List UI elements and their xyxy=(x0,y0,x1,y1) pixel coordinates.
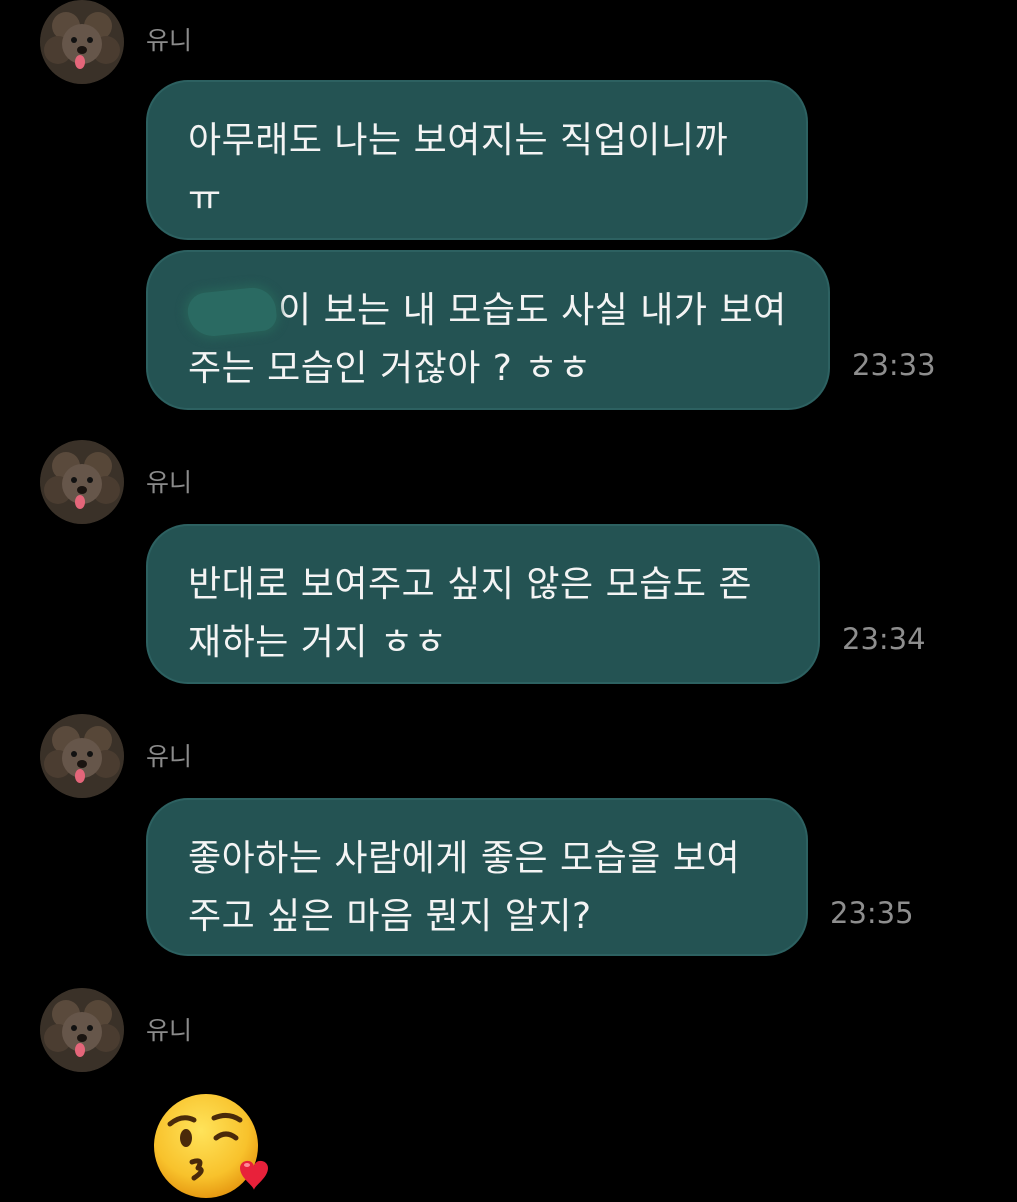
message-timestamp: 23:34 xyxy=(842,622,926,656)
message-bubble[interactable]: 아무래도 나는 보여지는 직업이니까 ㅠ xyxy=(146,80,808,240)
sender-avatar[interactable] xyxy=(40,440,124,524)
message-line: 좋아하는 사람에게 좋은 모습을 보여 xyxy=(188,838,741,879)
message-timestamp: 23:33 xyxy=(852,348,936,382)
dog-avatar-icon xyxy=(40,440,124,524)
sender-name: 유니 xyxy=(146,468,193,497)
kissing-face-emoji-message[interactable] xyxy=(148,1094,276,1198)
message-line-text: 이 보는 내 모습도 사실 내가 보여 xyxy=(278,290,787,331)
dog-avatar-icon xyxy=(40,0,124,84)
message-bubble[interactable]: 이 보는 내 모습도 사실 내가 보여 주는 모습인 거잖아 ? ㅎㅎ xyxy=(146,250,830,410)
message-bubble[interactable]: 좋아하는 사람에게 좋은 모습을 보여 주고 싶은 마음 뭔지 알지? xyxy=(146,798,808,956)
sender-name: 유니 xyxy=(146,26,193,55)
message-line: 아무래도 나는 보여지는 직업이니까 xyxy=(188,120,729,161)
dog-avatar-icon xyxy=(40,714,124,798)
message-bubble[interactable]: 반대로 보여주고 싶지 않은 모습도 존 재하는 거지 ㅎㅎ xyxy=(146,524,820,684)
kissing-face-with-heart-icon xyxy=(154,1094,268,1198)
message-line: 재하는 거지 ㅎㅎ xyxy=(188,622,448,663)
message-line: 주고 싶은 마음 뭔지 알지? xyxy=(188,896,592,937)
sender-avatar[interactable] xyxy=(40,988,124,1072)
dog-avatar-icon xyxy=(40,988,124,1072)
sender-avatar[interactable] xyxy=(40,714,124,798)
message-line: 주는 모습인 거잖아 ? ㅎㅎ xyxy=(188,348,592,389)
sender-avatar[interactable] xyxy=(40,0,124,84)
message-line: ㅠ xyxy=(188,178,222,219)
sender-name: 유니 xyxy=(146,742,193,771)
redaction-mark xyxy=(185,285,279,339)
message-timestamp: 23:35 xyxy=(830,896,914,930)
sender-name: 유니 xyxy=(146,1016,193,1045)
message-line: 반대로 보여주고 싶지 않은 모습도 존 xyxy=(188,564,753,605)
message-line: 이 보는 내 모습도 사실 내가 보여 xyxy=(185,282,788,340)
